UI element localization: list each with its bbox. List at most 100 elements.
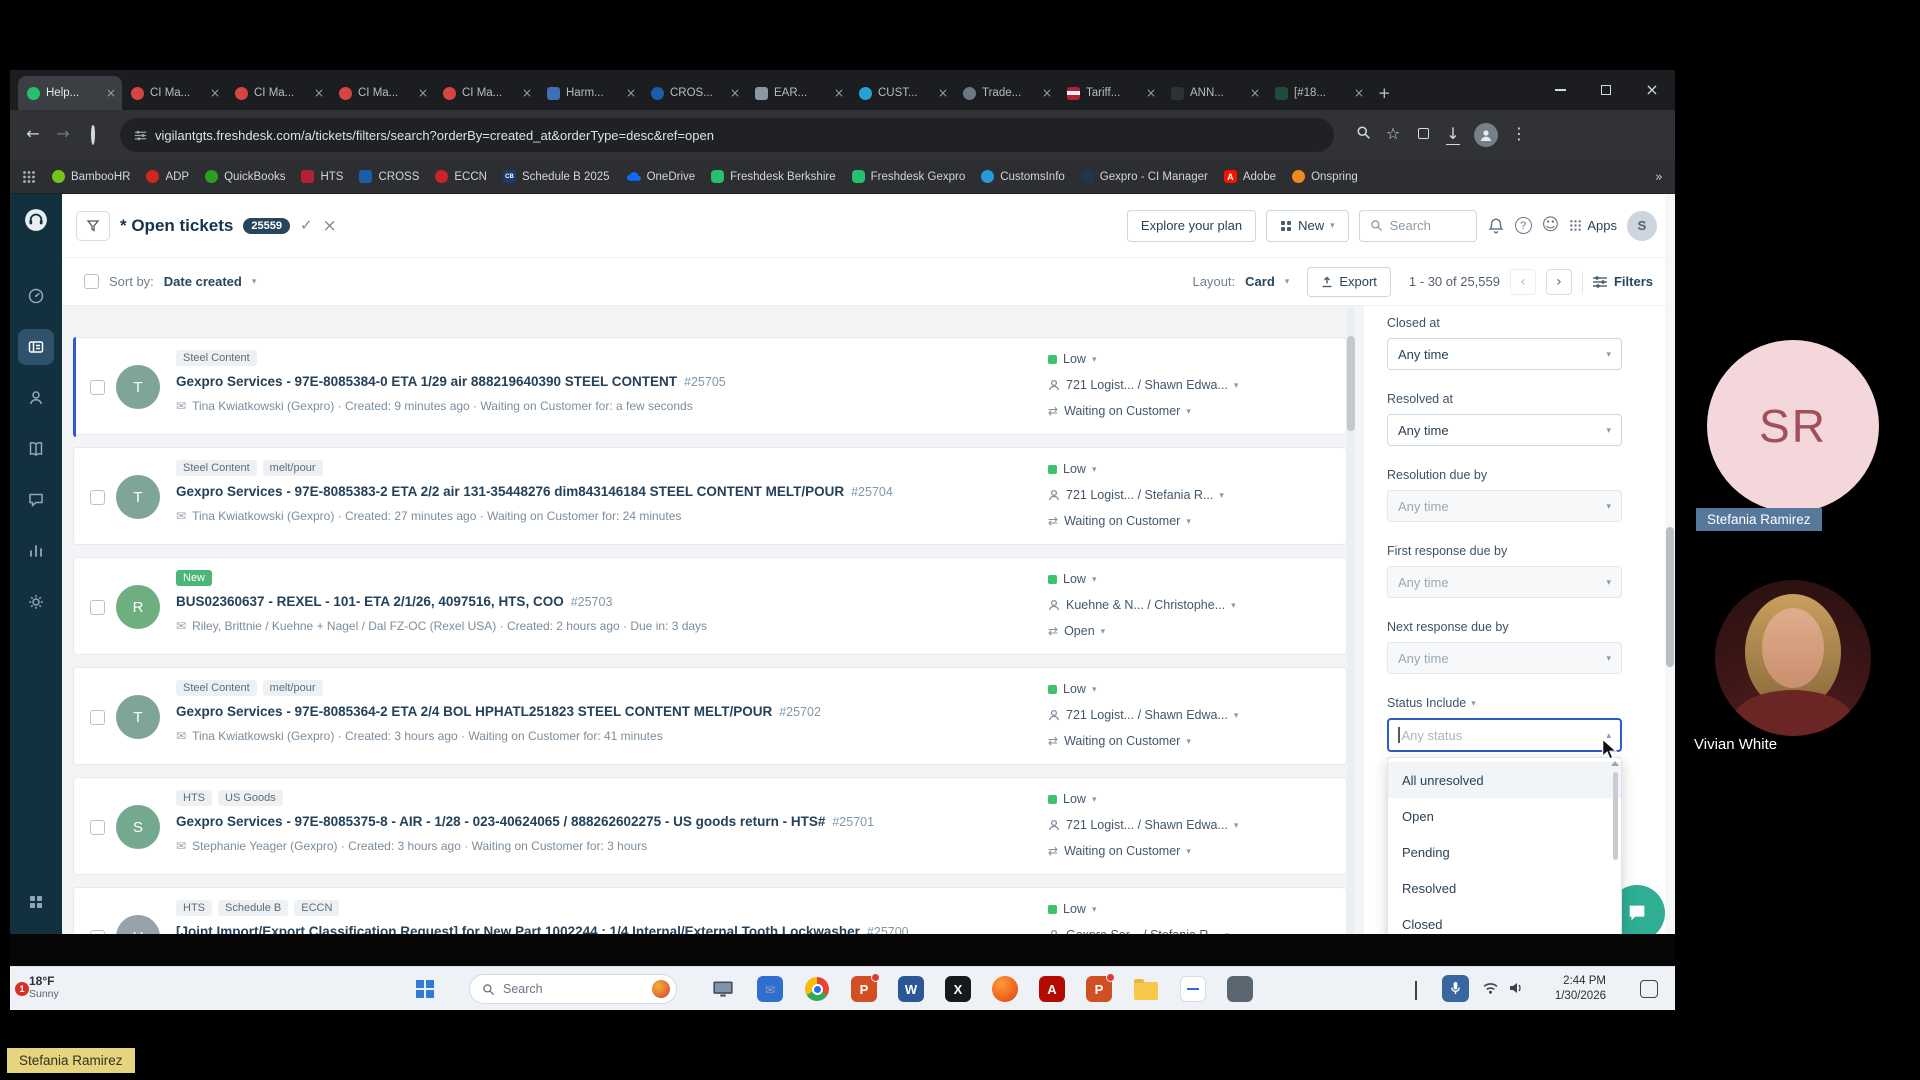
tag[interactable]: ECCN: [294, 900, 340, 916]
bookmark-cross[interactable]: CROSS: [359, 170, 419, 183]
ticket-subject[interactable]: BUS02360637 - REXEL - 101- ETA 2/1/26, 4…: [176, 594, 564, 609]
browser-menu-icon[interactable]: [1504, 126, 1534, 144]
tag[interactable]: HTS: [176, 790, 212, 806]
browser-profile-avatar[interactable]: [1474, 123, 1498, 147]
status-dropdown[interactable]: Waiting on Customer: [1048, 844, 1191, 858]
tag[interactable]: HTS: [176, 900, 212, 916]
ticket-title-row[interactable]: Gexpro Services - 97E-8085383-2 ETA 2/2 …: [176, 484, 1026, 499]
ticket-checkbox[interactable]: [90, 600, 105, 615]
ticket-card-25702[interactable]: T Steel Content melt/pour Gexpro Service…: [73, 667, 1347, 765]
bookmark-customsinfo[interactable]: CustomsInfo: [981, 170, 1065, 183]
sidebar-item-admin[interactable]: [18, 584, 54, 620]
status-dropdown[interactable]: Waiting on Customer: [1048, 514, 1191, 528]
browser-tab-ear[interactable]: EAR...: [746, 76, 850, 110]
browser-tab-ci-manager-2[interactable]: CI Ma...: [226, 76, 330, 110]
select-all-checkbox[interactable]: [84, 274, 99, 289]
bookmark-adp[interactable]: ADP: [146, 170, 189, 183]
browser-tab-ann[interactable]: ANN...: [1162, 76, 1266, 110]
profile-avatar[interactable]: S: [1627, 210, 1657, 241]
ticket-subject[interactable]: Gexpro Services - 97E-8085364-2 ETA 2/4 …: [176, 704, 772, 719]
file-explorer-icon[interactable]: [1133, 976, 1159, 1002]
ticket-title-row[interactable]: BUS02360637 - REXEL - 101- ETA 2/1/26, 4…: [176, 594, 1026, 609]
sidebar-item-contacts[interactable]: [18, 380, 54, 416]
ticket-title-row[interactable]: Gexpro Services - 97E-8085364-2 ETA 2/4 …: [176, 704, 1026, 719]
option-open[interactable]: Open: [1388, 798, 1621, 834]
status-dropdown[interactable]: Waiting on Customer: [1048, 404, 1191, 418]
firefox-icon[interactable]: [992, 976, 1018, 1002]
bookmark-hts[interactable]: HTS: [301, 170, 343, 183]
dropdown-scroll-up-icon[interactable]: [1611, 761, 1619, 766]
tab-close-icon[interactable]: [314, 86, 324, 100]
tag[interactable]: melt/pour: [262, 680, 323, 696]
ticket-checkbox[interactable]: [90, 930, 105, 934]
next-page-button[interactable]: [1545, 268, 1572, 295]
explore-plan-button[interactable]: Explore your plan: [1126, 209, 1257, 242]
closed-at-select[interactable]: Any time: [1387, 338, 1622, 370]
dropdown-scrollbar-thumb[interactable]: [1613, 772, 1618, 860]
browser-tab-ci-manager-3[interactable]: CI Ma...: [330, 76, 434, 110]
tab-close-icon[interactable]: [1354, 86, 1364, 100]
ticket-checkbox[interactable]: [90, 380, 105, 395]
forward-button[interactable]: [48, 126, 78, 144]
notes-app-icon[interactable]: [1180, 976, 1206, 1002]
tab-close-icon[interactable]: [106, 86, 116, 100]
ticket-subject[interactable]: Gexpro Services - 97E-8085375-8 - AIR - …: [176, 814, 825, 829]
volume-button[interactable]: [1508, 981, 1524, 1000]
taskbar-clock[interactable]: 2:44 PM 1/30/2026: [1530, 974, 1606, 1004]
tab-close-icon[interactable]: [418, 86, 428, 100]
tag[interactable]: Steel Content: [176, 680, 257, 696]
tab-close-icon[interactable]: [522, 86, 532, 100]
status-dropdown[interactable]: Open: [1048, 624, 1105, 638]
tag[interactable]: Steel Content: [176, 350, 257, 366]
assignee-dropdown[interactable]: Kuehne & N... / Christophe...: [1048, 598, 1236, 612]
ticket-checkbox[interactable]: [90, 710, 105, 725]
status-include-input[interactable]: Any status: [1387, 718, 1622, 752]
browser-tab-harmonized[interactable]: Harm...: [538, 76, 642, 110]
reading-list-button[interactable]: [1408, 126, 1438, 144]
ticket-title-row[interactable]: [Joint Import/Export Classification Requ…: [176, 924, 1026, 934]
tag[interactable]: Schedule B: [218, 900, 289, 916]
browser-tab-trade[interactable]: Trade...: [954, 76, 1058, 110]
participant-video-vivian[interactable]: [1715, 580, 1871, 736]
tag[interactable]: melt/pour: [262, 460, 323, 476]
priority-dropdown[interactable]: Low: [1048, 902, 1096, 916]
resolved-at-select[interactable]: Any time: [1387, 414, 1622, 446]
option-pending[interactable]: Pending: [1388, 834, 1621, 870]
assignee-dropdown[interactable]: 721 Logist... / Shawn Edwa...: [1048, 708, 1238, 722]
ticket-card-25703[interactable]: R New BUS02360637 - REXEL - 101- ETA 2/1…: [73, 557, 1347, 655]
ticket-checkbox[interactable]: [90, 490, 105, 505]
ticket-card-25700[interactable]: H HTS Schedule B ECCN [Joint Import/Expo…: [73, 887, 1347, 934]
apps-button[interactable]: Apps: [1569, 218, 1617, 233]
search-sidepanel-button[interactable]: [1348, 125, 1378, 145]
downloads-button[interactable]: [1438, 126, 1468, 145]
page-scrollbar-thumb[interactable]: [1666, 527, 1674, 667]
option-all-unresolved[interactable]: All unresolved: [1388, 762, 1621, 798]
tag[interactable]: US Goods: [218, 790, 283, 806]
tray-overflow-button[interactable]: [1415, 981, 1417, 1001]
sort-by-value[interactable]: Date created: [164, 274, 242, 289]
priority-dropdown[interactable]: Low: [1048, 352, 1096, 366]
bookmark-freshdesk-gexpro[interactable]: Freshdesk Gexpro: [851, 170, 965, 183]
ticket-card-25705[interactable]: T Steel Content Gexpro Services - 97E-80…: [73, 337, 1347, 437]
wifi-button[interactable]: [1482, 981, 1499, 1000]
x-app-icon[interactable]: X: [945, 976, 971, 1002]
priority-dropdown[interactable]: Low: [1048, 792, 1096, 806]
header-search-input[interactable]: Search: [1358, 209, 1477, 242]
tab-close-icon[interactable]: [210, 86, 220, 100]
acrobat-icon[interactable]: A: [1039, 976, 1065, 1002]
ticket-title-row[interactable]: Gexpro Services - 97E-8085375-8 - AIR - …: [176, 814, 1026, 829]
bookmarks-overflow-icon[interactable]: [1655, 169, 1663, 184]
notifications-bell-button[interactable]: [1487, 217, 1505, 235]
tab-close-icon[interactable]: [626, 86, 636, 100]
list-scrollbar-thumb[interactable]: [1347, 336, 1355, 431]
sidebar-item-tickets[interactable]: [18, 329, 54, 365]
maximize-button[interactable]: [1583, 70, 1629, 110]
feedback-smiley-button[interactable]: [1542, 217, 1560, 235]
ticket-subject[interactable]: [Joint Import/Export Classification Requ…: [176, 924, 860, 934]
bookmark-onspring[interactable]: Onspring: [1292, 170, 1358, 183]
calculator-icon[interactable]: [1227, 976, 1253, 1002]
sidebar-item-analytics[interactable]: [18, 533, 54, 569]
resolution-due-select[interactable]: Any time: [1387, 490, 1622, 522]
layout-value[interactable]: Card: [1245, 274, 1275, 289]
address-bar[interactable]: vigilantgts.freshdesk.com/a/tickets/filt…: [120, 118, 1334, 152]
